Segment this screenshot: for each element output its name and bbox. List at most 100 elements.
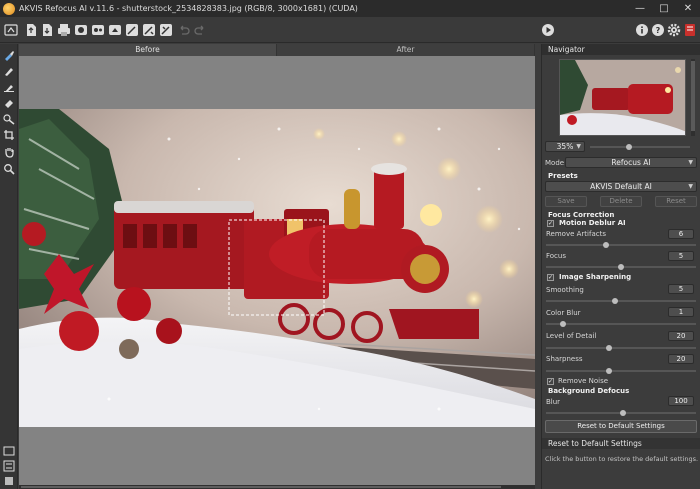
remove-noise-checkbox[interactable]: ✓ xyxy=(547,378,554,385)
smoothing-value[interactable]: 5 xyxy=(668,284,694,294)
info-icon[interactable] xyxy=(634,22,650,38)
sharpness-label: Sharpness xyxy=(546,355,583,363)
notifications-icon[interactable] xyxy=(682,22,698,38)
tab-after[interactable]: After xyxy=(277,44,535,56)
color-blur-knob[interactable] xyxy=(560,321,566,327)
run-icon[interactable] xyxy=(540,22,556,38)
remove-artifacts-knob[interactable] xyxy=(603,242,609,248)
settings-panel: Navigator 35% ▼ Mode: Refocus AI ▼ Presets… xyxy=(541,44,700,489)
zoom-select[interactable]: 35% ▼ xyxy=(545,141,585,152)
level-of-detail-slider[interactable] xyxy=(546,345,696,351)
redo-icon[interactable] xyxy=(192,22,208,38)
reset-to-default-button[interactable]: Reset to Default Settings xyxy=(545,420,697,433)
app-logo-icon xyxy=(3,2,15,15)
image-canvas[interactable] xyxy=(19,56,535,485)
color-blur-label: Color Blur xyxy=(546,309,581,317)
background-color-icon[interactable] xyxy=(2,474,16,488)
tab-before[interactable]: Before xyxy=(19,44,277,56)
crop-icon[interactable] xyxy=(2,128,16,142)
svg-text:?: ? xyxy=(656,26,661,35)
christmas-train-photo[interactable] xyxy=(19,109,535,427)
blur-knob[interactable] xyxy=(620,410,626,416)
minimize-button[interactable]: — xyxy=(628,0,652,17)
presets-header: Presets xyxy=(548,172,578,180)
remove-artifacts-slider[interactable] xyxy=(546,242,696,248)
batch-icon[interactable] xyxy=(73,22,89,38)
preset-select[interactable]: AKVIS Default AI ▼ xyxy=(545,181,697,192)
zoom-slider[interactable] xyxy=(590,144,690,150)
sharpness-slider[interactable] xyxy=(546,368,696,374)
print-icon[interactable] xyxy=(56,22,72,38)
level-of-detail-knob[interactable] xyxy=(606,345,612,351)
magic-wand-icon[interactable] xyxy=(124,22,140,38)
sharpness-value[interactable]: 20 xyxy=(668,354,694,364)
view-tabs: Before After xyxy=(19,44,535,56)
maximize-button[interactable]: □ xyxy=(652,0,676,17)
effect-icon[interactable] xyxy=(141,22,157,38)
scroll-thumb[interactable] xyxy=(21,486,501,488)
level-of-detail-value[interactable]: 20 xyxy=(668,331,694,341)
navigator-preview[interactable] xyxy=(559,59,686,136)
photo-illustration xyxy=(19,109,535,427)
save-file-icon[interactable] xyxy=(39,22,55,38)
remove-artifacts-label: Remove Artifacts xyxy=(546,230,606,238)
save-preset-button[interactable]: Save xyxy=(545,196,587,207)
motion-deblur-label: Motion Deblur AI xyxy=(559,219,626,227)
chevron-down-icon: ▼ xyxy=(576,143,581,150)
mode-value: Refocus AI xyxy=(611,158,651,167)
sharpness-knob[interactable] xyxy=(606,368,612,374)
zoom-slider-knob[interactable] xyxy=(626,144,632,150)
image-sharpening-checkbox[interactable]: ✓ xyxy=(547,274,554,281)
foreground-color-icon[interactable] xyxy=(2,444,16,458)
delete-preset-button[interactable]: Delete xyxy=(600,196,642,207)
blur-value[interactable]: 100 xyxy=(668,396,694,406)
settings-icon[interactable] xyxy=(666,22,682,38)
preset-value: AKVIS Default AI xyxy=(590,182,652,191)
smoothing-slider[interactable] xyxy=(546,298,696,304)
brush-icon[interactable] xyxy=(2,80,16,94)
focus-knob[interactable] xyxy=(618,264,624,270)
zoom-icon[interactable] xyxy=(2,162,16,176)
remove-artifacts-value[interactable]: 6 xyxy=(668,229,694,239)
help-icon[interactable]: ? xyxy=(650,22,666,38)
share-icon[interactable] xyxy=(107,22,123,38)
selection-brush-icon[interactable] xyxy=(2,112,16,126)
home-icon[interactable] xyxy=(3,22,19,38)
blur-slider[interactable] xyxy=(546,410,696,416)
title-bar: AKVIS Refocus AI v.11.6 - shutterstock_2… xyxy=(0,0,700,17)
navigator-scrollbar[interactable] xyxy=(691,59,695,136)
horizontal-scrollbar[interactable] xyxy=(19,485,535,489)
focus-correction-header: Focus Correction xyxy=(548,211,615,219)
window-controls: — □ ✕ xyxy=(628,0,700,17)
chevron-down-icon: ▼ xyxy=(688,159,693,166)
motion-deblur-checkbox[interactable]: ✓ xyxy=(547,220,554,227)
mask-view-icon[interactable] xyxy=(2,459,16,473)
color-blur-slider[interactable] xyxy=(546,321,696,327)
level-of-detail-label: Level of Detail xyxy=(546,332,597,340)
mode-label: Mode: xyxy=(545,159,567,167)
blur-label: Blur xyxy=(546,398,561,406)
smoothing-label: Smoothing xyxy=(546,286,584,294)
plugin-icon[interactable] xyxy=(90,22,106,38)
edit-icon[interactable] xyxy=(158,22,174,38)
smoothing-knob[interactable] xyxy=(612,298,618,304)
undo-icon[interactable] xyxy=(176,22,192,38)
zoom-value: 35% xyxy=(556,142,574,151)
focus-value[interactable]: 5 xyxy=(668,251,694,261)
navigator-header: Navigator xyxy=(542,44,700,55)
remove-noise-label: Remove Noise xyxy=(558,377,609,385)
focus-slider[interactable] xyxy=(546,264,696,270)
navigator-scroll-thumb[interactable] xyxy=(691,61,695,131)
close-button[interactable]: ✕ xyxy=(676,0,700,17)
eraser-icon[interactable] xyxy=(2,96,16,110)
reset-preset-button[interactable]: Reset xyxy=(655,196,697,207)
mode-select[interactable]: Refocus AI ▼ xyxy=(565,157,697,168)
tools-panel xyxy=(0,44,18,489)
color-blur-value[interactable]: 1 xyxy=(668,307,694,317)
open-file-icon[interactable] xyxy=(23,22,39,38)
image-sharpening-label: Image Sharpening xyxy=(559,273,632,281)
pencil-icon[interactable] xyxy=(2,64,16,78)
focus-brush-icon[interactable] xyxy=(2,48,16,62)
hand-icon[interactable] xyxy=(2,145,16,159)
hint-title: Reset to Default Settings xyxy=(542,438,700,449)
